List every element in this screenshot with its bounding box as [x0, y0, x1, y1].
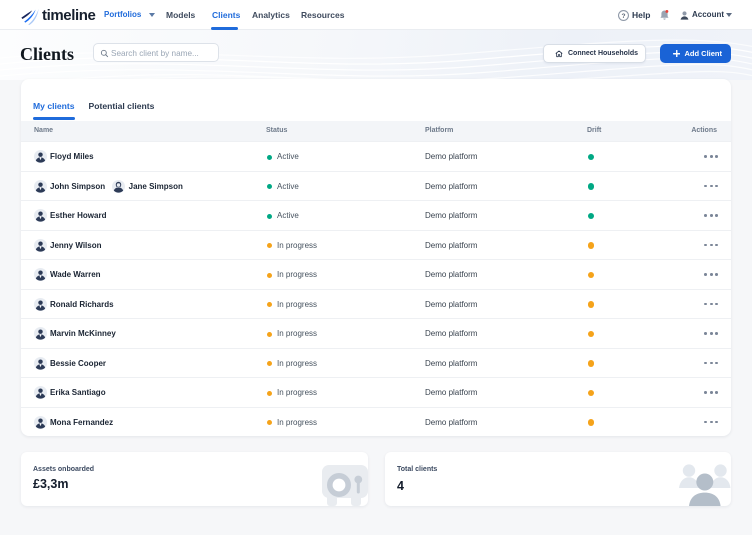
svg-text:?: ? [621, 12, 625, 19]
